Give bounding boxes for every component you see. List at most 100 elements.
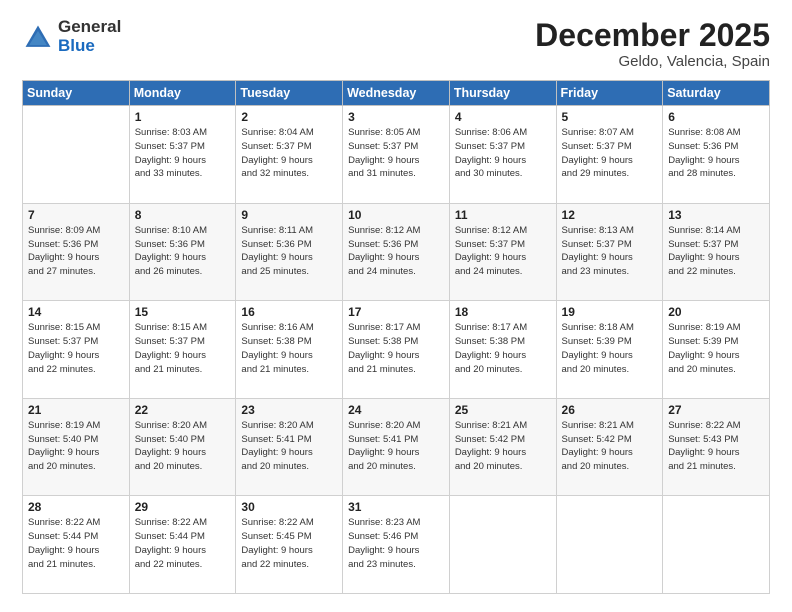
day-number: 2 bbox=[241, 110, 337, 124]
logo-text: General Blue bbox=[58, 18, 121, 55]
day-number: 26 bbox=[562, 403, 658, 417]
calendar-week-row: 14 Sunrise: 8:15 AM Sunset: 5:37 PM Dayli… bbox=[23, 301, 770, 399]
day-detail: Sunrise: 8:06 AM Sunset: 5:37 PM Dayligh… bbox=[455, 126, 551, 181]
day-number: 5 bbox=[562, 110, 658, 124]
day-detail: Sunrise: 8:19 AM Sunset: 5:40 PM Dayligh… bbox=[28, 419, 124, 474]
calendar-cell: 8 Sunrise: 8:10 AM Sunset: 5:36 PM Daylig… bbox=[129, 203, 236, 301]
calendar-cell bbox=[663, 496, 770, 594]
calendar-cell: 17 Sunrise: 8:17 AM Sunset: 5:38 PM Dayli… bbox=[343, 301, 450, 399]
calendar-cell: 5 Sunrise: 8:07 AM Sunset: 5:37 PM Daylig… bbox=[556, 106, 663, 204]
day-number: 10 bbox=[348, 208, 444, 222]
calendar-cell bbox=[449, 496, 556, 594]
calendar-cell bbox=[556, 496, 663, 594]
calendar-week-row: 1 Sunrise: 8:03 AM Sunset: 5:37 PM Daylig… bbox=[23, 106, 770, 204]
day-detail: Sunrise: 8:09 AM Sunset: 5:36 PM Dayligh… bbox=[28, 224, 124, 279]
calendar-cell: 10Sunrise: 8:12 AM Sunset: 5:36 PM Dayli… bbox=[343, 203, 450, 301]
day-detail: Sunrise: 8:22 AM Sunset: 5:44 PM Dayligh… bbox=[28, 516, 124, 571]
calendar-cell: 2Sunrise: 8:04 AM Sunset: 5:37 PM Daylig… bbox=[236, 106, 343, 204]
calendar-cell: 24 Sunrise: 8:20 AM Sunset: 5:41 PM Dayli… bbox=[343, 398, 450, 496]
day-detail: Sunrise: 8:10 AM Sunset: 5:36 PM Dayligh… bbox=[135, 224, 231, 279]
calendar-cell: 1 Sunrise: 8:03 AM Sunset: 5:37 PM Daylig… bbox=[129, 106, 236, 204]
day-number: 16 bbox=[241, 305, 337, 319]
calendar-body: 1 Sunrise: 8:03 AM Sunset: 5:37 PM Daylig… bbox=[23, 106, 770, 594]
day-number: 24 bbox=[348, 403, 444, 417]
calendar-cell: 16Sunrise: 8:16 AM Sunset: 5:38 PM Dayli… bbox=[236, 301, 343, 399]
day-detail: Sunrise: 8:20 AM Sunset: 5:41 PM Dayligh… bbox=[348, 419, 444, 474]
day-number: 22 bbox=[135, 403, 231, 417]
calendar-cell: 25 Sunrise: 8:21 AM Sunset: 5:42 PM Dayli… bbox=[449, 398, 556, 496]
day-detail: Sunrise: 8:22 AM Sunset: 5:45 PM Dayligh… bbox=[241, 516, 337, 571]
day-detail: Sunrise: 8:21 AM Sunset: 5:42 PM Dayligh… bbox=[562, 419, 658, 474]
logo-blue: Blue bbox=[58, 37, 121, 56]
day-detail: Sunrise: 8:05 AM Sunset: 5:37 PM Dayligh… bbox=[348, 126, 444, 181]
day-number: 17 bbox=[348, 305, 444, 319]
logo-general: General bbox=[58, 18, 121, 37]
day-number: 28 bbox=[28, 500, 124, 514]
header: General Blue December 2025 Geldo, Valenc… bbox=[22, 18, 770, 70]
day-detail: Sunrise: 8:20 AM Sunset: 5:40 PM Dayligh… bbox=[135, 419, 231, 474]
day-detail: Sunrise: 8:12 AM Sunset: 5:37 PM Dayligh… bbox=[455, 224, 551, 279]
calendar-cell bbox=[23, 106, 130, 204]
page: General Blue December 2025 Geldo, Valenc… bbox=[0, 0, 792, 612]
calendar-cell: 21 Sunrise: 8:19 AM Sunset: 5:40 PM Dayli… bbox=[23, 398, 130, 496]
day-number: 1 bbox=[135, 110, 231, 124]
day-of-week-header: Saturday bbox=[663, 81, 770, 106]
calendar-cell: 30Sunrise: 8:22 AM Sunset: 5:45 PM Dayli… bbox=[236, 496, 343, 594]
logo-icon bbox=[22, 22, 54, 54]
day-detail: Sunrise: 8:14 AM Sunset: 5:37 PM Dayligh… bbox=[668, 224, 764, 279]
day-number: 9 bbox=[241, 208, 337, 222]
calendar-cell: 11 Sunrise: 8:12 AM Sunset: 5:37 PM Dayli… bbox=[449, 203, 556, 301]
calendar-week-row: 21 Sunrise: 8:19 AM Sunset: 5:40 PM Dayli… bbox=[23, 398, 770, 496]
day-detail: Sunrise: 8:18 AM Sunset: 5:39 PM Dayligh… bbox=[562, 321, 658, 376]
day-number: 18 bbox=[455, 305, 551, 319]
calendar-cell: 15Sunrise: 8:15 AM Sunset: 5:37 PM Dayli… bbox=[129, 301, 236, 399]
day-number: 14 bbox=[28, 305, 124, 319]
day-detail: Sunrise: 8:22 AM Sunset: 5:43 PM Dayligh… bbox=[668, 419, 764, 474]
calendar-cell: 4 Sunrise: 8:06 AM Sunset: 5:37 PM Daylig… bbox=[449, 106, 556, 204]
day-number: 25 bbox=[455, 403, 551, 417]
day-number: 23 bbox=[241, 403, 337, 417]
calendar-cell: 22 Sunrise: 8:20 AM Sunset: 5:40 PM Dayli… bbox=[129, 398, 236, 496]
calendar-cell: 18Sunrise: 8:17 AM Sunset: 5:38 PM Dayli… bbox=[449, 301, 556, 399]
logo: General Blue bbox=[22, 18, 121, 55]
day-number: 27 bbox=[668, 403, 764, 417]
calendar-cell: 19Sunrise: 8:18 AM Sunset: 5:39 PM Dayli… bbox=[556, 301, 663, 399]
day-number: 29 bbox=[135, 500, 231, 514]
calendar-cell: 12 Sunrise: 8:13 AM Sunset: 5:37 PM Dayli… bbox=[556, 203, 663, 301]
day-number: 11 bbox=[455, 208, 551, 222]
calendar-cell: 20Sunrise: 8:19 AM Sunset: 5:39 PM Dayli… bbox=[663, 301, 770, 399]
day-detail: Sunrise: 8:17 AM Sunset: 5:38 PM Dayligh… bbox=[348, 321, 444, 376]
calendar-week-row: 28 Sunrise: 8:22 AM Sunset: 5:44 PM Dayli… bbox=[23, 496, 770, 594]
day-of-week-header: Monday bbox=[129, 81, 236, 106]
calendar-cell: 27 Sunrise: 8:22 AM Sunset: 5:43 PM Dayli… bbox=[663, 398, 770, 496]
calendar-cell: 9 Sunrise: 8:11 AM Sunset: 5:36 PM Daylig… bbox=[236, 203, 343, 301]
day-detail: Sunrise: 8:13 AM Sunset: 5:37 PM Dayligh… bbox=[562, 224, 658, 279]
calendar-cell: 31Sunrise: 8:23 AM Sunset: 5:46 PM Dayli… bbox=[343, 496, 450, 594]
calendar-cell: 3Sunrise: 8:05 AM Sunset: 5:37 PM Daylig… bbox=[343, 106, 450, 204]
calendar-cell: 29 Sunrise: 8:22 AM Sunset: 5:44 PM Dayli… bbox=[129, 496, 236, 594]
calendar-cell: 6 Sunrise: 8:08 AM Sunset: 5:36 PM Daylig… bbox=[663, 106, 770, 204]
calendar-cell: 7Sunrise: 8:09 AM Sunset: 5:36 PM Daylig… bbox=[23, 203, 130, 301]
day-number: 4 bbox=[455, 110, 551, 124]
day-number: 12 bbox=[562, 208, 658, 222]
day-detail: Sunrise: 8:21 AM Sunset: 5:42 PM Dayligh… bbox=[455, 419, 551, 474]
calendar-header-row: SundayMondayTuesdayWednesdayThursdayFrid… bbox=[23, 81, 770, 106]
day-number: 21 bbox=[28, 403, 124, 417]
calendar-cell: 14 Sunrise: 8:15 AM Sunset: 5:37 PM Dayli… bbox=[23, 301, 130, 399]
day-number: 31 bbox=[348, 500, 444, 514]
day-detail: Sunrise: 8:07 AM Sunset: 5:37 PM Dayligh… bbox=[562, 126, 658, 181]
day-detail: Sunrise: 8:20 AM Sunset: 5:41 PM Dayligh… bbox=[241, 419, 337, 474]
day-detail: Sunrise: 8:11 AM Sunset: 5:36 PM Dayligh… bbox=[241, 224, 337, 279]
day-detail: Sunrise: 8:15 AM Sunset: 5:37 PM Dayligh… bbox=[28, 321, 124, 376]
day-detail: Sunrise: 8:08 AM Sunset: 5:36 PM Dayligh… bbox=[668, 126, 764, 181]
calendar-cell: 13Sunrise: 8:14 AM Sunset: 5:37 PM Dayli… bbox=[663, 203, 770, 301]
title-location: Geldo, Valencia, Spain bbox=[535, 53, 770, 70]
day-number: 6 bbox=[668, 110, 764, 124]
day-of-week-header: Thursday bbox=[449, 81, 556, 106]
calendar-table: SundayMondayTuesdayWednesdayThursdayFrid… bbox=[22, 80, 770, 594]
day-number: 20 bbox=[668, 305, 764, 319]
day-of-week-header: Sunday bbox=[23, 81, 130, 106]
day-detail: Sunrise: 8:03 AM Sunset: 5:37 PM Dayligh… bbox=[135, 126, 231, 181]
day-detail: Sunrise: 8:22 AM Sunset: 5:44 PM Dayligh… bbox=[135, 516, 231, 571]
day-number: 8 bbox=[135, 208, 231, 222]
